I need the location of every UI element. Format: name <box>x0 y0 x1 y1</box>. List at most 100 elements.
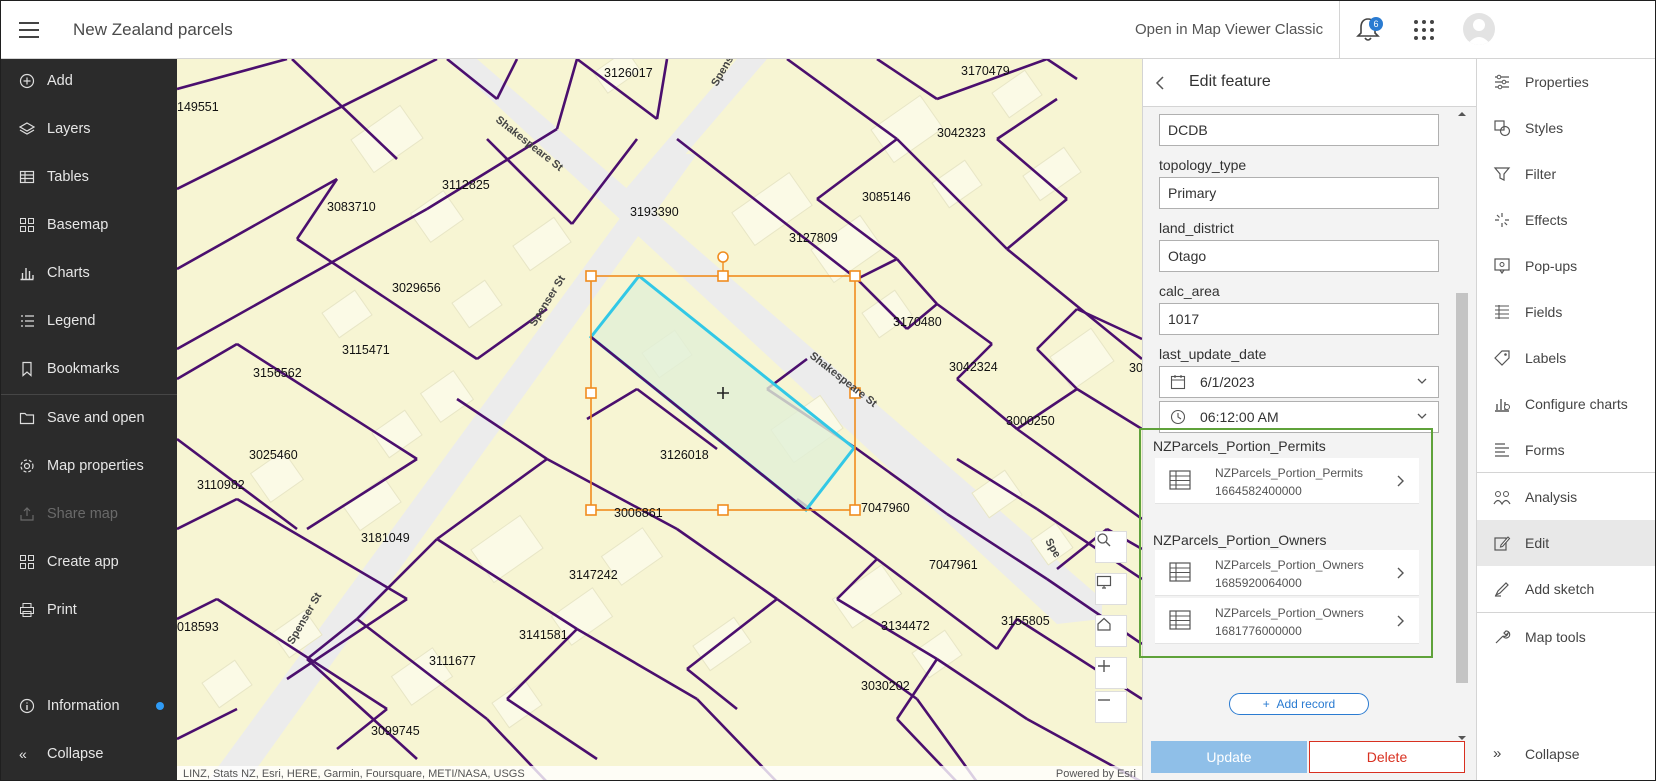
search-tool[interactable] <box>1095 531 1127 563</box>
add-record-label: Add record <box>1276 697 1336 711</box>
fields-icon <box>1495 305 1509 319</box>
building-footprint <box>201 659 253 709</box>
parcel-boundary <box>1076 387 1142 431</box>
source-field[interactable]: DCDB <box>1159 114 1439 146</box>
parcel-boundary <box>177 342 238 381</box>
map-canvas[interactable]: 149551 3126017 3170479 3042323 3112825 308371… <box>177 59 1142 781</box>
tool-effects[interactable]: Effects <box>1477 197 1655 243</box>
nav-label: Bookmarks <box>47 361 120 377</box>
tool-edit[interactable]: Edit <box>1477 520 1655 566</box>
nav-divider <box>1 394 177 395</box>
nav-layers[interactable]: Layers <box>1 107 177 151</box>
styles-icon <box>1494 120 1511 137</box>
tool-fields[interactable]: Fields <box>1477 289 1655 335</box>
add-record-button[interactable]: + Add record <box>1229 693 1369 715</box>
rotate-handle <box>717 251 729 263</box>
tool-label: Fields <box>1525 304 1563 320</box>
parcel-label: 3111677 <box>429 654 476 668</box>
chevron-down-icon <box>1417 378 1427 384</box>
nav-add[interactable]: Add <box>1 59 177 103</box>
chart-config-icon <box>1495 399 1510 412</box>
tool-configure-charts[interactable]: Configure charts <box>1477 381 1655 427</box>
nav-map-properties[interactable]: Map properties <box>1 444 177 488</box>
app-launcher-icon[interactable] <box>1413 19 1435 41</box>
toolbar-divider <box>1477 472 1655 473</box>
share-icon <box>20 507 34 521</box>
tool-styles[interactable]: Styles <box>1477 105 1655 151</box>
tool-forms[interactable]: Forms <box>1477 427 1655 473</box>
nav-collapse[interactable]: « Collapse <box>1 732 177 776</box>
nav-tables[interactable]: Tables <box>1 155 177 199</box>
tool-label: Properties <box>1525 74 1589 90</box>
nav-bookmarks[interactable]: Bookmarks <box>1 347 177 391</box>
tool-add-sketch[interactable]: Add sketch <box>1477 566 1655 612</box>
tool-label: Effects <box>1525 212 1568 228</box>
calc-area-field[interactable]: 1017 <box>1159 303 1439 335</box>
nav-charts[interactable]: Charts <box>1 251 177 295</box>
toolbar-collapse[interactable]: » Collapse <box>1477 731 1655 777</box>
scroll-up-icon[interactable] <box>1456 109 1470 119</box>
avatar[interactable] <box>1463 13 1495 45</box>
tool-map-tools[interactable]: Map tools <box>1477 614 1655 660</box>
nav-legend[interactable]: Legend <box>1 299 177 343</box>
nav-save-open[interactable]: Save and open <box>1 396 177 440</box>
nav-information[interactable]: Information <box>1 684 177 728</box>
parcel-boundary <box>555 59 579 130</box>
home-tool[interactable] <box>1095 615 1127 647</box>
tool-filter[interactable]: Filter <box>1477 151 1655 197</box>
popup-icon <box>1494 258 1510 275</box>
effects-icon <box>1495 213 1509 227</box>
date-picker[interactable]: 6/1/2023 <box>1159 366 1439 398</box>
topology-type-field[interactable]: Primary <box>1159 177 1439 209</box>
chevron-left-icon[interactable] <box>1151 73 1171 93</box>
chevron-right-icon <box>1397 615 1404 627</box>
calendar-icon <box>1170 375 1186 390</box>
resize-handle <box>849 270 861 282</box>
record-name: NZParcels_Portion_Owners <box>1215 558 1364 572</box>
chevron-right-icon <box>1397 475 1404 487</box>
related-record[interactable]: NZParcels_Portion_Owners 1685920064000 <box>1155 550 1419 596</box>
building-footprint <box>350 104 424 174</box>
tool-labels[interactable]: Labels <box>1477 335 1655 381</box>
tool-analysis[interactable]: Analysis <box>1477 474 1655 520</box>
default-extent-tool[interactable] <box>1095 573 1127 605</box>
nav-label: Legend <box>47 313 96 329</box>
zoom-out-button[interactable] <box>1095 691 1127 723</box>
parcel-boundary <box>291 59 398 160</box>
double-chevron-right-icon: » <box>1493 745 1502 762</box>
tool-label: Pop-ups <box>1525 258 1578 274</box>
left-navigation: Add Layers Tables Basemap Charts Legend … <box>1 59 177 780</box>
nav-create-app[interactable]: Create app <box>1 540 177 584</box>
land-district-field[interactable]: Otago <box>1159 240 1439 272</box>
parcel-boundary <box>686 667 738 711</box>
table-icon <box>1169 610 1191 630</box>
related-record[interactable]: NZParcels_Portion_Owners 1681776000000 <box>1155 598 1419 644</box>
search-icon <box>1097 533 1111 547</box>
nav-basemap[interactable]: Basemap <box>1 203 177 247</box>
layers-icon <box>19 122 35 135</box>
tool-properties[interactable]: Properties <box>1477 59 1655 105</box>
delete-button[interactable]: Delete <box>1309 741 1465 773</box>
clock-icon <box>1170 409 1186 425</box>
parcel-boundary <box>177 597 218 621</box>
tool-popups[interactable]: Pop-ups <box>1477 243 1655 289</box>
tool-label: Edit <box>1525 535 1550 551</box>
tool-label: Analysis <box>1525 489 1578 505</box>
powered-by-esri[interactable]: Powered by Esri <box>1056 766 1136 780</box>
parcel-label: 3099745 <box>371 724 420 738</box>
parcel-label: 3110982 <box>197 478 245 492</box>
open-classic-link[interactable]: Open in Map Viewer Classic <box>1135 21 1323 38</box>
nav-label: Add <box>47 73 73 89</box>
scrollbar-thumb[interactable] <box>1456 293 1468 683</box>
parcel-boundary <box>296 237 478 361</box>
menu-icon[interactable] <box>17 19 43 41</box>
parcel-boundary <box>896 258 938 305</box>
nav-print[interactable]: Print <box>1 588 177 632</box>
tool-label: Configure charts <box>1525 396 1628 412</box>
map-view[interactable]: 149551 3126017 3170479 3042323 3112825 308371… <box>177 59 1142 781</box>
zoom-in-button[interactable] <box>1095 657 1127 689</box>
update-button[interactable]: Update <box>1151 741 1307 773</box>
label-icon <box>1494 350 1510 366</box>
related-record[interactable]: NZParcels_Portion_Permits 1664582400000 <box>1155 458 1419 504</box>
parcel-label: 7047960 <box>861 501 910 515</box>
